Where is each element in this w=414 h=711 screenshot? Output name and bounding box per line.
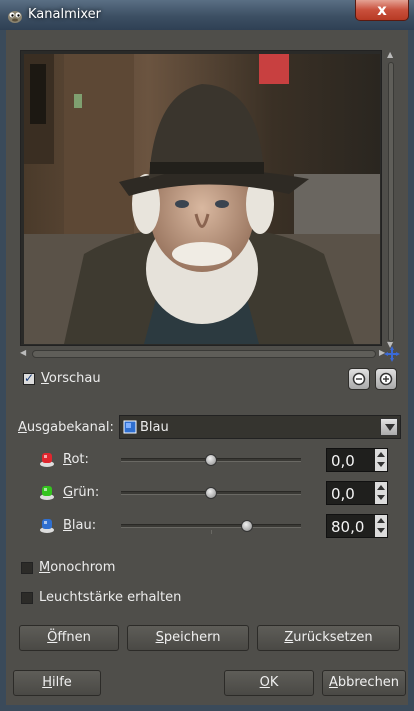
chevron-down-icon[interactable] xyxy=(380,418,398,436)
preview-vertical-scrollbar[interactable]: ▲ ▼ xyxy=(385,50,397,350)
help-button[interactable]: Hilfe xyxy=(13,670,101,696)
green-channel-label: Grün: xyxy=(63,485,100,500)
close-button[interactable]: x xyxy=(355,0,409,21)
window-frame: ▲ ▼ ◀ ▶ Vorschau A xyxy=(0,30,414,711)
ok-button[interactable]: OK xyxy=(224,670,314,696)
scroll-up-icon[interactable]: ▲ xyxy=(387,50,393,59)
preview-image xyxy=(24,54,380,344)
red-channel-label: Rot: xyxy=(63,452,89,467)
spin-arrows-icon[interactable] xyxy=(375,515,387,537)
slider-tick xyxy=(211,530,212,534)
dialog-content: ▲ ▼ ◀ ▶ Vorschau A xyxy=(6,30,408,705)
save-button[interactable]: Speichern xyxy=(127,625,249,651)
navigate-icon[interactable] xyxy=(384,346,400,362)
green-channel-icon xyxy=(40,486,54,500)
cancel-button[interactable]: Abbrechen xyxy=(322,670,406,696)
red-channel-slider-thumb[interactable] xyxy=(205,454,217,466)
monochrom-checkbox[interactable] xyxy=(21,562,33,574)
window-title: Kanalmixer xyxy=(28,7,101,22)
reset-button[interactable]: Zurücksetzen xyxy=(257,625,400,651)
zoom-in-icon xyxy=(379,372,393,386)
open-button[interactable]: Öffnen xyxy=(19,625,119,651)
gimp-icon xyxy=(8,11,22,23)
red-channel-icon xyxy=(40,453,54,467)
output-channel-value: Blau xyxy=(140,420,169,435)
blue-channel-slider[interactable] xyxy=(121,524,301,528)
output-channel-select[interactable]: Blau xyxy=(119,415,401,439)
preview-area[interactable] xyxy=(20,50,382,346)
green-channel-slider-thumb[interactable] xyxy=(205,487,217,499)
horizontal-scroll-thumb[interactable] xyxy=(32,350,376,358)
monochrom-label: Monochrom xyxy=(39,560,116,575)
blue-channel-value[interactable]: 80,0 xyxy=(331,518,364,536)
blue-channel-label: Blau: xyxy=(63,518,97,533)
preview-checkbox[interactable] xyxy=(23,371,35,385)
blue-channel-icon xyxy=(40,519,54,533)
spin-arrows-icon[interactable] xyxy=(375,482,387,504)
scroll-left-icon[interactable]: ◀ xyxy=(20,348,26,357)
output-channel-label: Ausgabekanal: xyxy=(18,420,114,435)
green-channel-value[interactable]: 0,0 xyxy=(331,485,355,503)
green-channel-spinbox[interactable]: 0,0 xyxy=(326,481,388,505)
title-bar: Kanalmixer x xyxy=(0,0,414,30)
vertical-scroll-thumb[interactable] xyxy=(388,62,394,342)
close-icon: x xyxy=(377,1,387,19)
zoom-out-icon xyxy=(352,372,366,386)
preview-horizontal-scrollbar[interactable]: ◀ ▶ xyxy=(20,348,392,360)
zoom-out-button[interactable] xyxy=(348,368,370,390)
preserve-luminosity-checkbox[interactable] xyxy=(21,592,33,604)
preview-label: Vorschau xyxy=(41,371,101,386)
spin-arrows-icon[interactable] xyxy=(375,449,387,471)
red-channel-value[interactable]: 0,0 xyxy=(331,452,355,470)
blue-channel-slider-thumb[interactable] xyxy=(241,520,253,532)
blue-channel-icon xyxy=(123,420,137,434)
zoom-in-button[interactable] xyxy=(375,368,397,390)
blue-channel-spinbox[interactable]: 80,0 xyxy=(326,514,388,538)
red-channel-spinbox[interactable]: 0,0 xyxy=(326,448,388,472)
preserve-luminosity-label: Leuchtstärke erhalten xyxy=(39,590,182,605)
